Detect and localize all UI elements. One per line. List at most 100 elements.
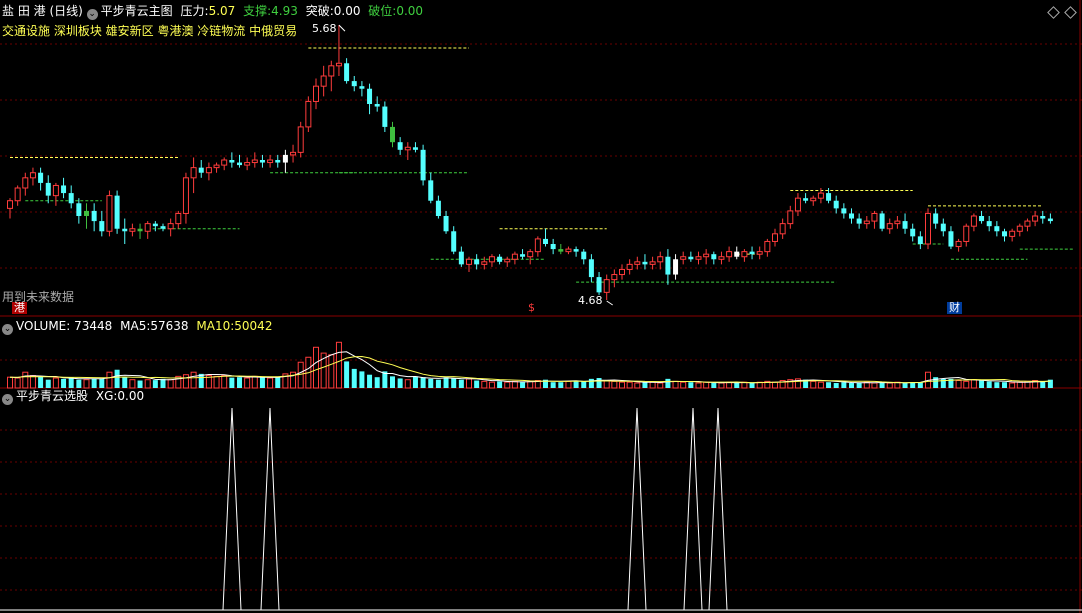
volume-bar — [275, 377, 281, 388]
stock-name: 盐 田 港 — [2, 4, 46, 18]
candle-body — [741, 251, 748, 258]
candle-body — [863, 220, 870, 225]
candle-body — [84, 210, 89, 216]
candle-body — [534, 238, 541, 253]
candle-body — [137, 228, 143, 232]
candle-body — [1002, 231, 1007, 237]
candle-body — [504, 258, 511, 263]
candle-body — [443, 216, 449, 232]
candle-body — [695, 256, 702, 260]
volume-bar — [99, 378, 105, 388]
volume-bar — [527, 380, 534, 389]
volume-bar — [619, 381, 625, 389]
volume-bar — [167, 379, 174, 389]
volume-bar — [259, 377, 265, 388]
volume-bar — [122, 377, 128, 388]
volume-bar — [251, 375, 258, 389]
volume-bar — [497, 381, 503, 388]
candle-body — [45, 182, 51, 196]
candle-body — [955, 240, 962, 248]
xg-title: 平步青云选股 — [16, 389, 89, 403]
candle-body — [474, 259, 480, 265]
candle-body — [488, 256, 495, 263]
xg-options-button[interactable]: ⌄ — [2, 394, 13, 405]
candle-body — [520, 254, 526, 257]
marker-dollar[interactable]: $ — [526, 302, 537, 314]
volume-bar — [970, 379, 977, 389]
candle-body — [22, 177, 29, 189]
volume-bar — [474, 380, 480, 388]
candle-body — [374, 104, 380, 107]
candle-body — [933, 213, 939, 224]
volume-bar — [412, 376, 418, 388]
volume-bar — [626, 381, 633, 389]
indicator-options-button[interactable]: ⌄ — [86, 9, 98, 20]
candle-body — [940, 223, 946, 232]
candle-body — [779, 223, 786, 235]
candle-body — [970, 215, 977, 227]
candle-body — [305, 100, 312, 128]
volume-bar — [703, 381, 710, 389]
candle-body — [565, 248, 572, 253]
volume-bar — [826, 382, 832, 388]
volume-bar — [871, 382, 878, 389]
volume-bar — [994, 382, 1000, 388]
volume-bar — [237, 377, 242, 388]
pressure-label: 压力: — [180, 4, 209, 18]
candle-body — [144, 223, 151, 232]
volume-bar — [711, 383, 717, 388]
volume-bar — [137, 380, 143, 388]
volume-bar — [22, 371, 29, 389]
volume-bar — [726, 381, 733, 389]
candle-body — [910, 228, 916, 237]
pressure-value: 5.07 — [208, 4, 236, 18]
candle-body — [497, 256, 503, 262]
candle-body — [313, 85, 319, 102]
candle-body — [390, 126, 395, 143]
candle-body — [979, 216, 985, 222]
candle-body — [259, 160, 265, 163]
volume-bar — [114, 369, 120, 388]
volume-bar — [335, 341, 342, 389]
marker-cai[interactable]: 财 — [947, 302, 962, 314]
xg-signal-spike — [222, 407, 242, 611]
volume-bar — [963, 380, 970, 389]
candle-body — [871, 212, 878, 222]
volume-bar — [14, 377, 21, 389]
candle-body — [817, 192, 824, 199]
candle-body — [833, 200, 839, 209]
main-panel-header: 盐 田 港 (日线) ⌄ 平步青云主图 压力:5.07 支撑:4.93 突破:0.… — [2, 4, 423, 20]
ma5-value: 57638 — [150, 319, 189, 333]
candle-body — [290, 151, 297, 156]
candle-body — [734, 251, 740, 257]
volume-bar — [451, 378, 457, 388]
candle-body — [175, 212, 182, 225]
volume-bar — [458, 379, 464, 388]
candle-body — [1032, 215, 1039, 222]
candle-body — [963, 225, 970, 242]
volume-bar — [344, 361, 350, 388]
volume-bar — [504, 381, 511, 389]
candle-body — [99, 221, 105, 232]
candle-body — [160, 226, 166, 229]
xg-signal-spike — [260, 407, 280, 611]
volume-bar — [955, 380, 962, 389]
candle-body — [359, 86, 365, 89]
concept-tags: 交通设施 深圳板块 雄安新区 粤港澳 冷链物流 中俄贸易 — [2, 24, 298, 38]
volume-bar — [7, 376, 13, 389]
candle-body — [382, 106, 388, 127]
candle-body — [1040, 216, 1046, 219]
volume-bar — [611, 380, 618, 389]
volume-bar — [810, 380, 817, 389]
candle-body — [404, 146, 411, 151]
candle-body — [803, 198, 809, 201]
volume-bar — [718, 382, 725, 389]
candle-body — [152, 223, 158, 227]
candle-body — [986, 221, 992, 227]
marker-gang[interactable]: 港 — [12, 302, 27, 314]
candle-body — [841, 208, 847, 214]
candle-body — [91, 210, 97, 222]
volume-options-button[interactable]: ⌄ — [2, 324, 13, 335]
candle-body — [925, 212, 931, 245]
candle-body — [182, 177, 189, 214]
